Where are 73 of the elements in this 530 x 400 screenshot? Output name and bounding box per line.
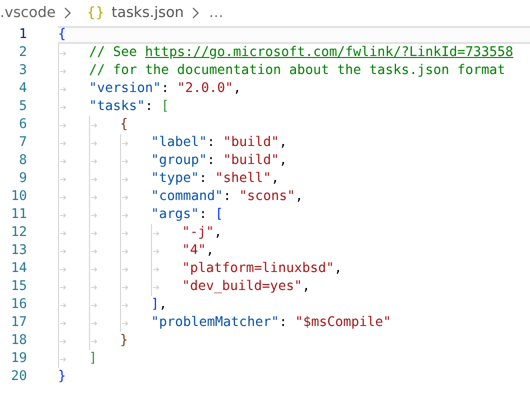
punctuation-text: :	[207, 152, 216, 170]
punctuation-text: :	[161, 80, 170, 98]
line-number: 5	[18, 98, 27, 116]
punctuation-text: :	[199, 170, 208, 188]
file-breadcrumb[interactable]: tasks.json	[112, 5, 184, 21]
line-number: 13	[10, 242, 27, 260]
string-text: "4"	[182, 242, 206, 260]
key-text: "command"	[151, 188, 224, 206]
line-number: 6	[18, 116, 27, 134]
punctuation-text: ,	[279, 134, 288, 152]
bracket-text: [	[161, 98, 170, 116]
string-text: "-j"	[182, 224, 214, 242]
line-number: 8	[18, 152, 27, 170]
punctuation-text: :	[145, 98, 154, 116]
line-number: 9	[18, 170, 27, 188]
key-text: "version"	[89, 80, 162, 98]
punctuation-text: ,	[271, 170, 280, 188]
punctuation-text: ,	[295, 188, 304, 206]
punctuation-text: ,	[334, 260, 342, 278]
punctuation-text: ,	[279, 152, 288, 170]
punctuation-text: ,	[233, 80, 242, 98]
punctuation-text: ,	[214, 224, 222, 242]
string-text: "shell"	[215, 170, 272, 188]
line-number: 15	[10, 278, 27, 296]
folder-breadcrumb[interactable]: .vscode	[0, 5, 56, 21]
punctuation-text: ,	[206, 242, 214, 260]
string-text: "build"	[223, 134, 280, 152]
line-number: 12	[10, 224, 27, 242]
bracket-text: {	[58, 26, 66, 44]
chevron-right-icon	[64, 7, 71, 19]
line-number: 20	[10, 368, 27, 386]
line-number: 11	[10, 206, 27, 224]
line-number: 4	[18, 80, 27, 98]
key-text: "type"	[151, 170, 200, 188]
link[interactable]: https://go.microsoft.com/fwlink/?LinkId=733558	[145, 44, 514, 62]
string-text: "scons"	[239, 188, 296, 206]
punctuation-text: :	[223, 188, 232, 206]
line-number: 2	[18, 44, 27, 62]
string-text: "platform=linuxbsd"	[182, 260, 334, 278]
string-text: "$msCompile"	[295, 314, 392, 332]
comment-text: // for the documentation about the tasks.json format	[89, 62, 506, 80]
more-breadcrumb[interactable]: …	[208, 5, 224, 21]
line-number: 17	[10, 314, 27, 332]
comment-text: // See	[89, 44, 138, 62]
line-number: 7	[18, 134, 27, 152]
punctuation-text: :	[199, 206, 208, 224]
bracket-text: ]	[89, 350, 98, 368]
bracket-text: {	[120, 116, 128, 134]
punctuation-text: :	[279, 314, 288, 332]
key-text: "label"	[151, 134, 208, 152]
line-number: 10	[10, 188, 27, 206]
string-text: "2.0.0"	[177, 80, 234, 98]
key-text: "problemMatcher"	[151, 314, 280, 332]
chevron-right-icon	[192, 7, 199, 19]
bracket-text: [	[215, 206, 224, 224]
line-number: 3	[18, 62, 27, 80]
punctuation-text: ,	[302, 278, 310, 296]
line-number: 1	[18, 26, 27, 44]
punctuation-text: :	[207, 134, 216, 152]
key-text: "args"	[151, 206, 200, 224]
line-number: 19	[10, 350, 27, 368]
key-text: "tasks"	[89, 98, 146, 116]
line-number: 16	[10, 296, 27, 314]
bracket-text: }	[120, 332, 128, 350]
punctuation-text: ,	[159, 296, 168, 314]
string-text: "dev_build=yes"	[182, 278, 302, 296]
key-text: "group"	[151, 152, 208, 170]
bracket-text: }	[58, 368, 66, 386]
string-text: "build"	[223, 152, 280, 170]
line-number: 14	[10, 260, 27, 278]
bracket-text: ]	[151, 296, 160, 314]
braces-icon: {}	[86, 5, 105, 21]
line-number: 18	[10, 332, 27, 350]
